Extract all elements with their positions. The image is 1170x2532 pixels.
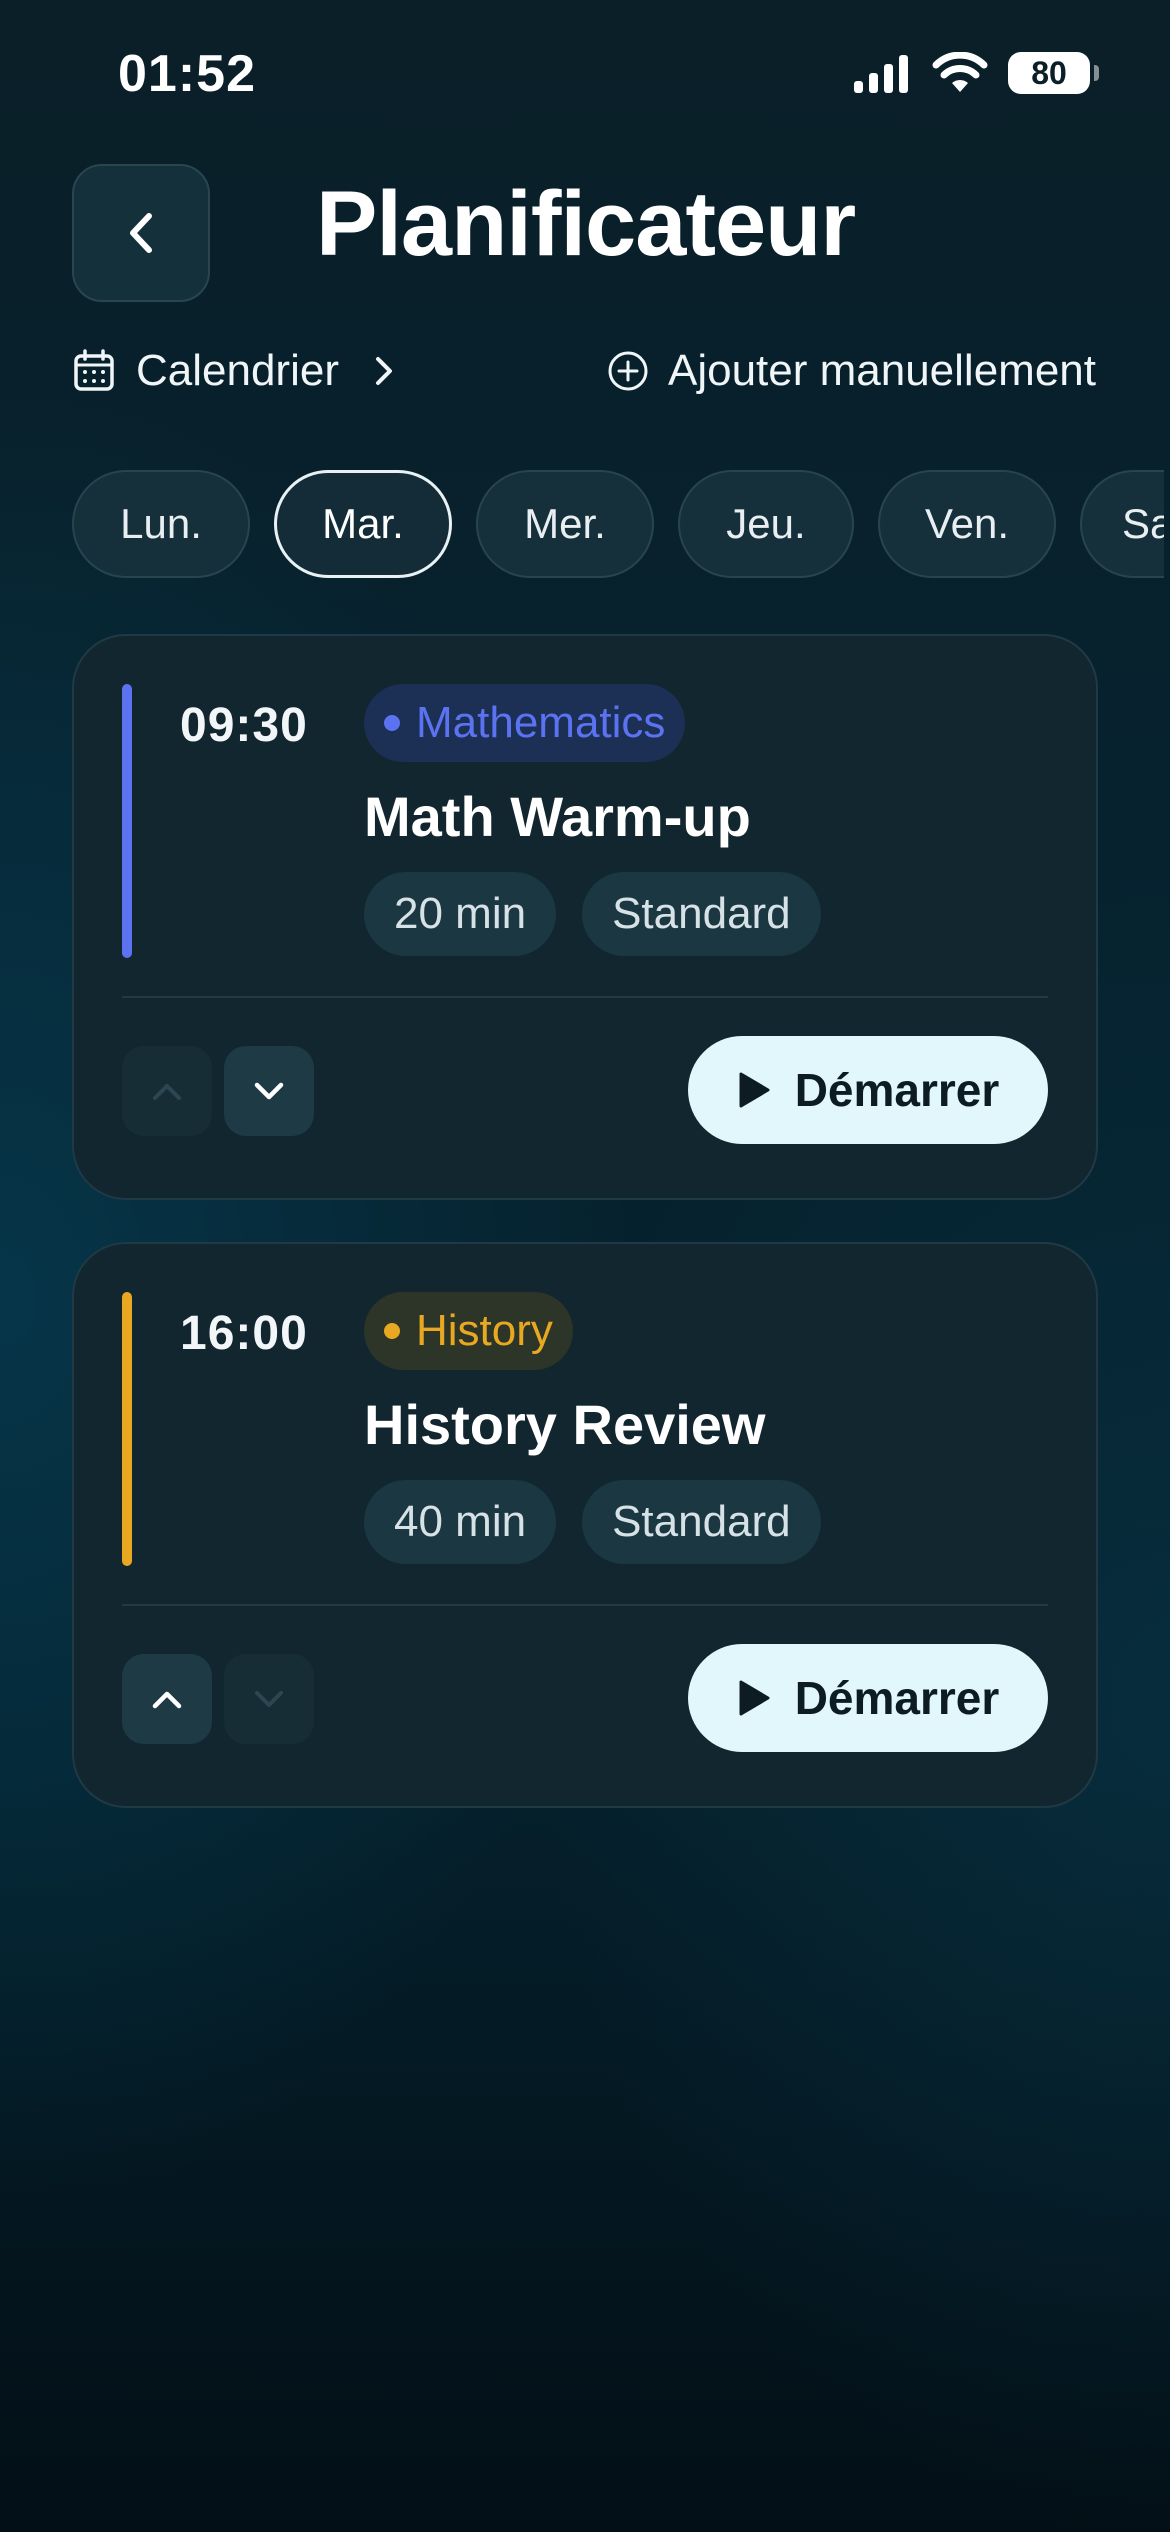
play-icon [739,1072,770,1108]
start-label: Démarrer [794,1672,1000,1724]
subject-badge: History [364,1292,573,1370]
status-icons: 80 [852,52,1099,94]
chevron-up-icon [152,1691,182,1709]
subject-label: Mathematics [416,698,666,747]
day-tab-jeu[interactable]: Jeu. [678,470,854,578]
day-tab-lun[interactable]: Lun. [72,470,250,578]
status-time: 01:52 [118,45,256,103]
day-tab-ven[interactable]: Ven. [878,470,1056,578]
day-tab-mar[interactable]: Mar. [274,470,452,578]
chevron-down-icon [254,1082,284,1100]
play-icon [739,1680,770,1716]
session-title: History Review [364,1393,766,1456]
subject-dot [384,715,400,731]
session-title: Math Warm-up [364,785,751,848]
mode-chip: Standard [582,872,821,956]
chevron-down-icon [255,1691,283,1707]
move-up-button[interactable] [122,1654,212,1744]
start-button[interactable]: Démarrer [688,1036,1048,1144]
subject-accent-bar [122,684,132,958]
duration-chip: 20 min [364,872,557,956]
calendar-label: Calendrier [136,346,339,395]
start-button[interactable]: Démarrer [688,1644,1048,1752]
duration-chip: 40 min [364,1480,557,1564]
battery-icon: 80 [1008,52,1099,94]
day-tab-mer[interactable]: Mer. [476,470,654,578]
day-tabs: Lun. Mar. Mer. Jeu. Ven. Sa [72,470,1164,578]
session-time: 09:30 [180,699,308,752]
move-down-button[interactable] [224,1654,314,1744]
chevron-up-icon [153,1084,181,1100]
subject-label: History [416,1306,553,1355]
add-manually-button[interactable]: Ajouter manuellement [606,346,1096,396]
session-card: 09:30 Mathematics Math Warm-up 20 min St… [72,634,1098,1200]
mode-chip: Standard [582,1480,821,1564]
day-tab-sam[interactable]: Sa [1080,470,1164,578]
session-card: 16:00 History History Review 40 min Stan… [72,1242,1098,1808]
session-chips: 20 min Standard [364,872,821,956]
add-manually-label: Ajouter manuellement [667,346,1096,395]
subject-accent-bar [122,1292,132,1566]
subject-badge: Mathematics [364,684,686,762]
session-time: 16:00 [180,1307,308,1360]
move-up-button[interactable] [122,1046,212,1136]
plus-circle-icon [608,351,648,391]
chevron-right-icon [375,357,392,385]
signal-icon [854,55,908,93]
wifi-icon [932,52,988,92]
move-down-button[interactable] [224,1046,314,1136]
card-divider [122,1604,1048,1606]
page-title: Planificateur [316,173,856,275]
subject-dot [384,1323,400,1339]
chevron-left-icon [130,213,152,253]
calendar-link[interactable]: Calendrier [72,346,399,396]
session-chips: 40 min Standard [364,1480,821,1564]
calendar-icon [74,349,114,391]
start-label: Démarrer [794,1064,1000,1116]
back-button[interactable] [72,164,210,302]
card-divider [122,996,1048,998]
